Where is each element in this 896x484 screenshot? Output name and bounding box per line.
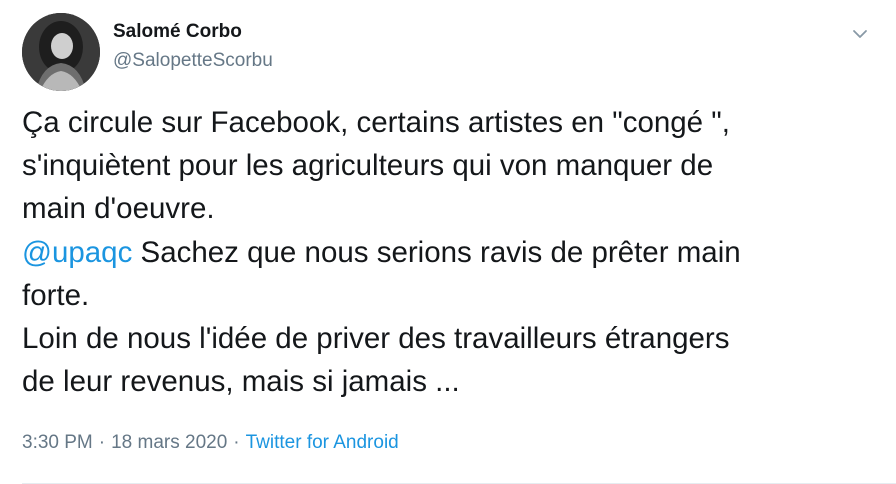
tweet-text-line: s'inquiètent pour les agriculteurs qui v… <box>22 149 714 183</box>
tweet-text-line: forte. <box>22 278 90 312</box>
tweet-text-line: @upaqc Sachez que nous serions ravis de … <box>22 231 882 274</box>
chevron-down-icon <box>853 30 867 38</box>
tweet-meta: 3:30 PM · 18 mars 2020 · Twitter for Android <box>22 432 399 454</box>
avatar[interactable] <box>22 13 100 91</box>
tweet-source-link[interactable]: Twitter for Android <box>246 432 399 453</box>
tweet-text-line: de leur revenus, mais si jamais ... <box>22 365 460 399</box>
tweet-text-line: main d'oeuvre. <box>22 192 215 226</box>
tweet-time[interactable]: 3:30 PM <box>22 432 93 453</box>
author-display-name[interactable]: Salomé Corbo <box>113 21 242 43</box>
meta-separator: · <box>233 432 240 453</box>
mention-link[interactable]: @upaqc <box>22 236 132 269</box>
tweet-card: Salomé Corbo @SalopetteScorbu Ça circule… <box>0 0 896 484</box>
tweet-text: Ça circule sur Facebook, certains artist… <box>22 101 882 403</box>
tweet-menu-button[interactable] <box>846 20 874 48</box>
tweet-text-fragment: Sachez que nous serions ravis de prêter … <box>132 235 741 269</box>
tweet-text-line: Ça circule sur Facebook, certains artist… <box>22 106 730 139</box>
tweet-date[interactable]: 18 mars 2020 <box>111 432 227 453</box>
author-handle[interactable]: @SalopetteScorbu <box>113 50 273 72</box>
tweet-text-line: Loin de nous l'idée de priver des travai… <box>22 322 730 356</box>
meta-separator: · <box>98 432 106 453</box>
avatar-photo <box>22 13 100 91</box>
